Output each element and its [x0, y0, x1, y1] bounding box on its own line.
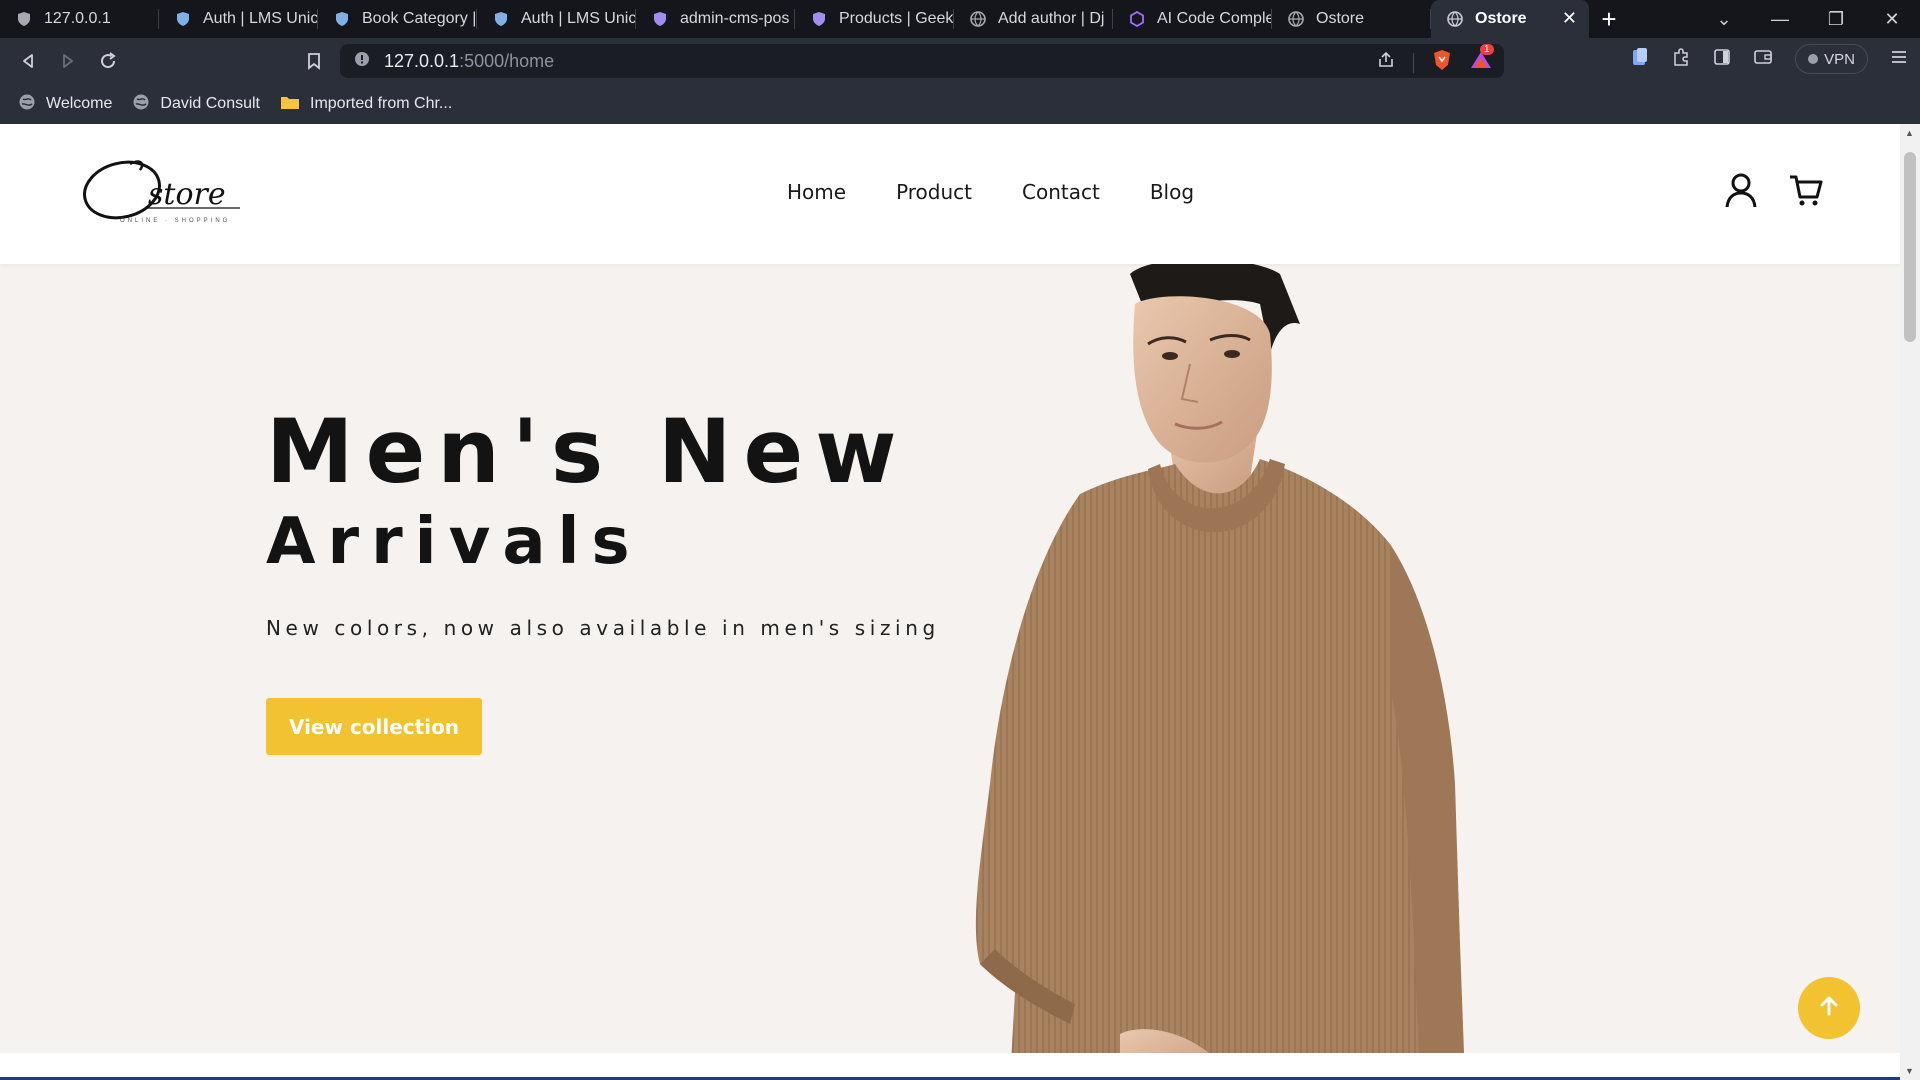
- brave-rewards-icon[interactable]: 1: [1470, 44, 1494, 75]
- hero-title-line2: Arrivals: [266, 505, 642, 579]
- back-icon[interactable]: [8, 41, 48, 81]
- nav-contact[interactable]: Contact: [1022, 180, 1100, 204]
- bookmark-icon[interactable]: [294, 41, 334, 81]
- tab-search-icon[interactable]: ⌄: [1696, 9, 1752, 30]
- divider: [1413, 52, 1414, 73]
- user-account-icon[interactable]: [1724, 172, 1758, 213]
- browser-tab[interactable]: Add author | Dj: [954, 0, 1113, 38]
- nav-home[interactable]: Home: [787, 180, 846, 204]
- hero-text-block: Men's New Arrivals New colors, now also …: [266, 400, 940, 641]
- ostore-logo[interactable]: store ONLINE · SHOPPING: [80, 156, 245, 230]
- wallet-icon[interactable]: [1753, 48, 1773, 71]
- scroll-to-top-button[interactable]: [1798, 977, 1860, 1039]
- scroll-down-arrow-icon[interactable]: ▼: [1905, 1066, 1914, 1076]
- cart-icon[interactable]: [1788, 172, 1824, 213]
- nav-blog[interactable]: Blog: [1150, 180, 1194, 204]
- page-viewport: store ONLINE · SHOPPING Home Product Con…: [0, 124, 1900, 1080]
- browser-tab[interactable]: Products | Geek: [795, 0, 954, 38]
- address-bar[interactable]: 127.0.0.1:5000/home 1: [340, 44, 1504, 78]
- active-browser-tab[interactable]: Ostore ✕: [1431, 0, 1589, 38]
- reload-icon[interactable]: [88, 41, 128, 81]
- hexagon-icon: [1129, 11, 1145, 27]
- shield-icon: [811, 11, 827, 27]
- header-actions: [1724, 172, 1824, 213]
- globe-icon: [1288, 11, 1304, 27]
- vpn-button[interactable]: VPN: [1795, 44, 1868, 74]
- browser-tab[interactable]: admin-cms-pos: [636, 0, 795, 38]
- shield-icon: [16, 11, 32, 27]
- browser-tab[interactable]: Auth | LMS Unic: [159, 0, 318, 38]
- shield-icon: [334, 11, 350, 27]
- close-tab-icon[interactable]: ✕: [1562, 8, 1577, 29]
- close-window-icon[interactable]: ✕: [1864, 9, 1920, 30]
- arrow-up-icon: [1818, 995, 1840, 1022]
- new-tab-button[interactable]: +: [1589, 0, 1629, 38]
- bookmark-welcome[interactable]: Welcome: [18, 93, 112, 116]
- brave-shield-icon[interactable]: [1432, 49, 1452, 76]
- shield-icon: [493, 11, 509, 27]
- shield-icon: [175, 11, 191, 27]
- browser-tab[interactable]: 127.0.0.1: [0, 0, 159, 38]
- view-collection-button[interactable]: View collection: [266, 698, 482, 755]
- logo-wordmark: store: [148, 177, 226, 212]
- scrollbar-thumb[interactable]: [1904, 152, 1916, 342]
- globe-icon: [132, 93, 150, 116]
- main-nav: Home Product Contact Blog: [787, 180, 1194, 204]
- clipboard-icon[interactable]: [1631, 47, 1649, 72]
- share-icon[interactable]: [1377, 51, 1395, 74]
- site-header: store ONLINE · SHOPPING Home Product Con…: [0, 124, 1900, 264]
- browser-tab[interactable]: Book Category |: [318, 0, 477, 38]
- browser-toolbar: 127.0.0.1:5000/home 1 VPN: [0, 38, 1920, 84]
- bookmark-david-consult[interactable]: David Consult: [132, 93, 260, 116]
- restore-icon[interactable]: ❐: [1808, 9, 1864, 30]
- browser-tab[interactable]: AI Code Comple: [1113, 0, 1272, 38]
- page-scrollbar[interactable]: ▲ ▼: [1900, 124, 1920, 1080]
- window-controls: ⌄ — ❐ ✕: [1696, 0, 1920, 38]
- browser-tab[interactable]: Ostore: [1272, 0, 1431, 38]
- globe-icon: [1447, 11, 1463, 27]
- vpn-status-dot: [1808, 54, 1819, 64]
- logo-tagline: ONLINE · SHOPPING: [120, 218, 230, 224]
- globe-icon: [970, 11, 986, 27]
- tab-strip: 127.0.0.1 Auth | LMS Unic Book Category …: [0, 0, 1920, 38]
- browser-tab[interactable]: Auth | LMS Unic: [477, 0, 636, 38]
- bookmark-folder-imported[interactable]: Imported from Chr...: [280, 94, 452, 115]
- shield-icon: [652, 11, 668, 27]
- forward-icon[interactable]: [48, 41, 88, 81]
- bookmarks-bar: Welcome David Consult Imported from Chr.…: [0, 84, 1920, 124]
- menu-icon[interactable]: [1890, 49, 1908, 70]
- nav-product[interactable]: Product: [896, 180, 972, 204]
- extensions-icon[interactable]: [1671, 47, 1691, 72]
- folder-icon: [280, 94, 300, 115]
- minimize-icon[interactable]: —: [1752, 9, 1808, 30]
- sidebar-icon[interactable]: [1713, 48, 1731, 71]
- next-section-strip: [0, 1053, 1900, 1080]
- hero-model-image: [830, 259, 1480, 1080]
- hero-subtitle: New colors, now also available in men's …: [266, 616, 940, 640]
- rewards-badge: 1: [1480, 44, 1494, 55]
- globe-icon: [18, 93, 36, 116]
- scroll-up-arrow-icon[interactable]: ▲: [1905, 128, 1914, 138]
- url-text: 127.0.0.1:5000/home: [384, 50, 555, 71]
- hero-title-line1: Men's New: [266, 400, 909, 503]
- site-info-icon[interactable]: [354, 51, 370, 72]
